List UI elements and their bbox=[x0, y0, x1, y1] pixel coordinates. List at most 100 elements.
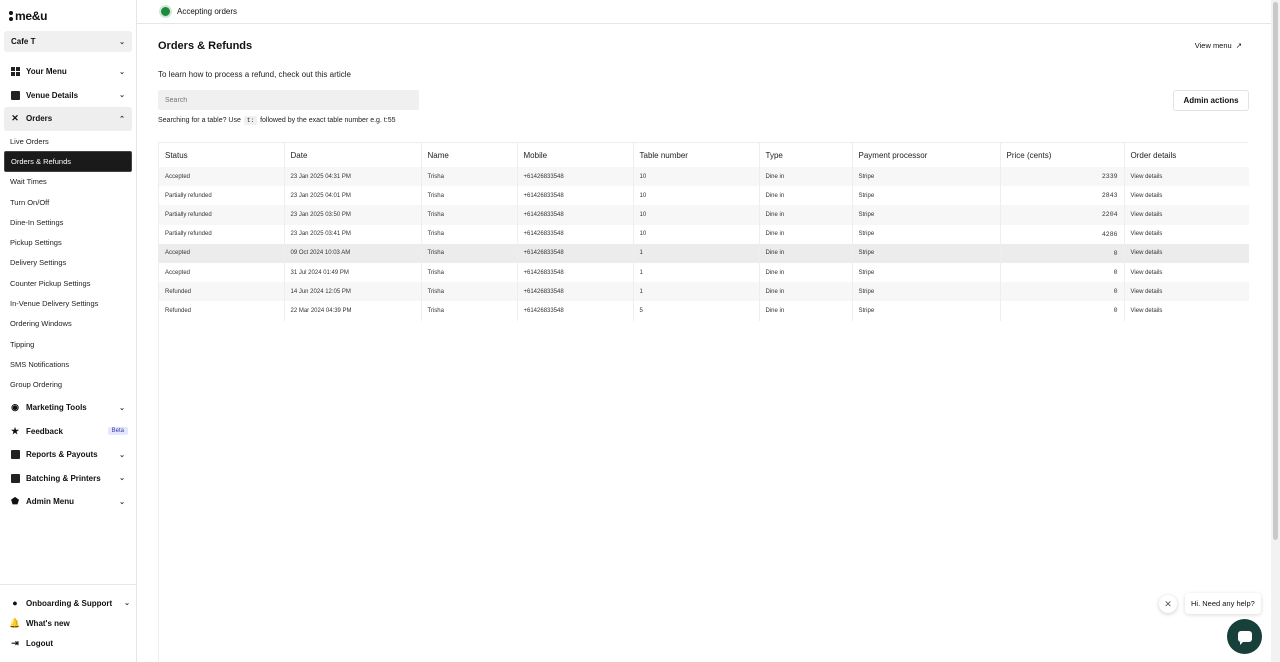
subnav-pickup-settings[interactable]: Pickup Settings bbox=[4, 232, 132, 252]
nav-label: Onboarding & Support bbox=[26, 598, 113, 608]
table-row[interactable]: Accepted 31 Jul 2024 01:49 PM Trisha +61426… bbox=[159, 262, 1249, 283]
price-cell: 2204 bbox=[1000, 205, 1125, 225]
mobile-cell: +61426833548 bbox=[517, 167, 634, 187]
table-number-cell: 10 bbox=[633, 167, 760, 187]
column-header[interactable]: Type bbox=[759, 143, 853, 167]
subnav-live-orders[interactable]: Live Orders bbox=[4, 131, 132, 151]
logout-icon: ⇥ bbox=[11, 637, 19, 648]
subnav-delivery-settings[interactable]: Delivery Settings bbox=[4, 253, 132, 273]
refund-help-text[interactable]: To learn how to process a refund, check … bbox=[158, 70, 351, 79]
admin-actions-button[interactable]: Admin actions bbox=[1173, 90, 1249, 111]
table-row[interactable]: Accepted 23 Jan 2025 04:31 PM Trisha +61426… bbox=[159, 167, 1249, 187]
chevron-down-icon: ⌄ bbox=[119, 498, 125, 506]
payment-processor-cell: Stripe bbox=[852, 224, 1001, 244]
subnav-orders-refunds[interactable]: Orders & Refunds bbox=[4, 151, 132, 172]
scrollbar-thumb[interactable] bbox=[1273, 2, 1278, 540]
chat-prompt[interactable]: Hi. Need any help? bbox=[1185, 593, 1261, 614]
subnav-ordering-windows[interactable]: Ordering Windows bbox=[4, 314, 132, 334]
subnav-turn-on-off[interactable]: Turn On/Off bbox=[4, 192, 132, 212]
subnav-sms-notifications[interactable]: SMS Notifications bbox=[4, 354, 132, 374]
table-row[interactable]: Partially refunded 23 Jan 2025 03:41 PM Tr… bbox=[159, 224, 1249, 244]
venue-selector[interactable]: Cafe T ⌄ bbox=[4, 31, 132, 52]
subnav-tipping[interactable]: Tipping bbox=[4, 334, 132, 354]
nav-label: Admin Menu bbox=[26, 497, 74, 507]
nav-logout[interactable]: ⇥ Logout bbox=[4, 633, 137, 653]
chat-close-button[interactable]: ✕ bbox=[1159, 595, 1177, 613]
orders-table: Status Date Name Mobile Table number Typ… bbox=[159, 143, 1249, 321]
date-cell: 23 Jan 2025 03:41 PM bbox=[284, 224, 422, 244]
name-cell: Trisha bbox=[421, 186, 518, 206]
page-scrollbar[interactable] bbox=[1271, 0, 1280, 662]
view-details-link[interactable]: View details bbox=[1124, 205, 1249, 224]
chevron-down-icon: ⌄ bbox=[119, 92, 125, 100]
nav-orders[interactable]: ✕ Orders ⌃ bbox=[4, 107, 132, 131]
payment-processor-cell: Stripe bbox=[852, 282, 1001, 302]
table-header-row: Status Date Name Mobile Table number Typ… bbox=[159, 143, 1249, 167]
column-header[interactable]: Mobile bbox=[517, 143, 634, 167]
subnav-group-ordering[interactable]: Group Ordering bbox=[4, 375, 132, 395]
nav-label: Venue Details bbox=[26, 90, 79, 100]
nav-label: Logout bbox=[26, 638, 54, 648]
shop-icon bbox=[10, 90, 20, 100]
subnav-in-venue-delivery-settings[interactable]: In-Venue Delivery Settings bbox=[4, 293, 132, 313]
date-cell: 22 Mar 2024 04:39 PM bbox=[284, 301, 422, 321]
view-details-link[interactable]: View details bbox=[1124, 301, 1249, 320]
shield-icon: ⬟ bbox=[11, 496, 19, 507]
nav-reports-payouts[interactable]: Reports & Payouts ⌄ bbox=[4, 443, 132, 467]
nav-batching-printers[interactable]: Batching & Printers ⌄ bbox=[4, 467, 132, 491]
order-status-text[interactable]: Accepting orders bbox=[177, 7, 237, 16]
column-header[interactable]: Status bbox=[159, 143, 285, 167]
chevron-up-icon: ⌃ bbox=[119, 115, 125, 123]
view-details-link[interactable]: View details bbox=[1124, 282, 1249, 301]
column-header[interactable]: Table number bbox=[633, 143, 760, 167]
view-details-link[interactable]: View details bbox=[1124, 263, 1249, 282]
mobile-cell: +61426833548 bbox=[517, 262, 634, 283]
table-row[interactable]: Partially refunded 23 Jan 2025 03:50 PM Tr… bbox=[159, 205, 1249, 225]
chevron-down-icon: ⌄ bbox=[119, 451, 125, 459]
subnav-dine-in-settings[interactable]: Dine-In Settings bbox=[4, 212, 132, 232]
nav-venue-details[interactable]: Venue Details ⌄ bbox=[4, 84, 132, 108]
sidebar-footer: ● Onboarding & Support ⌄ 🔔 What's new ⇥ … bbox=[0, 584, 137, 653]
column-header[interactable]: Order details bbox=[1124, 143, 1249, 167]
search-input[interactable] bbox=[158, 90, 419, 110]
table-row[interactable]: Refunded 22 Mar 2024 04:39 PM Trisha +61426… bbox=[159, 301, 1249, 321]
nav-your-menu[interactable]: Your Menu ⌄ bbox=[4, 60, 132, 84]
column-header[interactable]: Date bbox=[284, 143, 422, 167]
column-header[interactable]: Name bbox=[421, 143, 518, 167]
date-cell: 23 Jan 2025 04:31 PM bbox=[284, 167, 422, 187]
chat-launcher-button[interactable] bbox=[1227, 619, 1262, 654]
table-row[interactable]: Accepted 09 Oct 2024 10:03 AM Trisha +61426… bbox=[159, 243, 1249, 263]
search-hint: Searching for a table? Use t: followed b… bbox=[158, 116, 396, 125]
name-cell: Trisha bbox=[421, 205, 518, 225]
view-menu-link[interactable]: View menu ↗ bbox=[1195, 41, 1242, 50]
nav-label: Batching & Printers bbox=[26, 473, 101, 483]
brand-logo[interactable]: me&u bbox=[9, 9, 47, 23]
nav-marketing-tools[interactable]: ◉ Marketing Tools ⌄ bbox=[4, 396, 132, 420]
column-header[interactable]: Payment processor bbox=[852, 143, 1001, 167]
date-cell: 23 Jan 2025 04:01 PM bbox=[284, 186, 422, 206]
view-details-link[interactable]: View details bbox=[1124, 225, 1249, 244]
type-cell: Dine in bbox=[759, 243, 853, 263]
date-cell: 09 Oct 2024 10:03 AM bbox=[284, 243, 422, 263]
nav-feedback[interactable]: ★ Feedback Beta bbox=[4, 420, 132, 444]
subnav-wait-times[interactable]: Wait Times bbox=[4, 172, 132, 192]
nav-whats-new[interactable]: 🔔 What's new bbox=[4, 613, 137, 633]
mobile-cell: +61426833548 bbox=[517, 186, 634, 206]
view-details-link[interactable]: View details bbox=[1124, 244, 1249, 263]
table-row[interactable]: Refunded 14 Jun 2024 12:05 PM Trisha +61426… bbox=[159, 282, 1249, 302]
nav-label: Reports & Payouts bbox=[26, 450, 98, 460]
orders-subnav: Live Orders Orders & Refunds Wait Times … bbox=[4, 131, 132, 395]
payment-processor-cell: Stripe bbox=[852, 243, 1001, 263]
table-row[interactable]: Partially refunded 23 Jan 2025 04:01 PM Tr… bbox=[159, 186, 1249, 206]
column-header[interactable]: Price (cents) bbox=[1000, 143, 1125, 167]
nav-admin-menu[interactable]: ⬟ Admin Menu ⌄ bbox=[4, 490, 132, 514]
price-cell: 4286 bbox=[1000, 224, 1125, 244]
price-cell: 2843 bbox=[1000, 186, 1125, 206]
view-details-link[interactable]: View details bbox=[1124, 186, 1249, 205]
nav-onboarding-support[interactable]: ● Onboarding & Support ⌄ bbox=[4, 593, 137, 613]
status-cell: Refunded bbox=[159, 301, 285, 321]
subnav-counter-pickup-settings[interactable]: Counter Pickup Settings bbox=[4, 273, 132, 293]
name-cell: Trisha bbox=[421, 167, 518, 187]
view-details-link[interactable]: View details bbox=[1124, 167, 1249, 186]
hint-text-after: followed by the exact table number e.g. … bbox=[260, 117, 396, 124]
